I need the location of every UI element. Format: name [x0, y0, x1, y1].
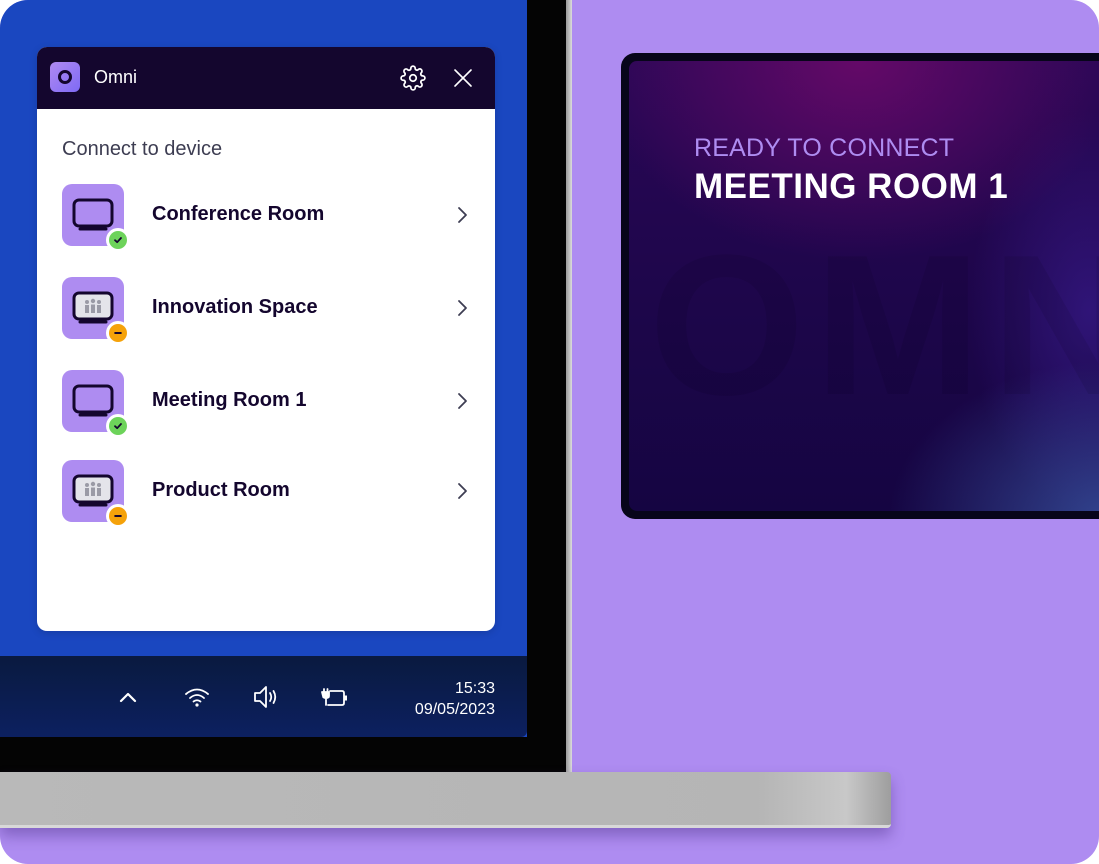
- chevron-right-icon: [452, 204, 472, 226]
- omni-panel: Omni Connect to device Conference Room I…: [37, 47, 495, 631]
- chevron-right-icon: [452, 390, 472, 412]
- display-icon: [72, 198, 114, 231]
- device-tile: [62, 460, 130, 528]
- volume-icon: [254, 686, 277, 708]
- device-item-meeting-room-1[interactable]: Meeting Room 1: [62, 370, 472, 438]
- gear-icon: [400, 65, 426, 91]
- display-in-use-icon: [72, 474, 114, 507]
- canvas: Omni Connect to device Conference Room I…: [0, 0, 1099, 864]
- device-name: Innovation Space: [152, 296, 318, 318]
- settings-button[interactable]: [399, 64, 427, 92]
- external-display: OMNI READY TO CONNECT MEETING ROOM 1: [621, 53, 1099, 519]
- status-badge: [106, 504, 130, 528]
- chevron-up-icon: [119, 692, 137, 703]
- laptop-bezel-bottom: [0, 737, 566, 772]
- volume-button[interactable]: [251, 682, 281, 712]
- laptop-base: [0, 772, 891, 828]
- power-button[interactable]: [320, 682, 350, 712]
- app-title: Omni: [94, 67, 138, 87]
- device-tile: [62, 277, 130, 345]
- show-hidden-icons-button[interactable]: [113, 682, 143, 712]
- laptop-bezel-right: [527, 0, 566, 772]
- device-item-conference-room[interactable]: Conference Room: [62, 184, 472, 252]
- panel-header: Omni: [37, 47, 495, 109]
- laptop-lid-edge: [566, 0, 572, 772]
- status-badge: [106, 414, 130, 438]
- device-item-product-room[interactable]: Product Room: [62, 460, 472, 528]
- clock-date: 09/05/2023: [414, 701, 495, 718]
- display-title: MEETING ROOM 1: [694, 167, 1009, 206]
- omni-watermark: OMNI: [649, 214, 1099, 437]
- battery-charging-icon: [321, 688, 347, 706]
- device-tile: [62, 184, 130, 252]
- section-title: Connect to device: [62, 138, 223, 160]
- close-button[interactable]: [449, 64, 477, 92]
- status-badge: [106, 321, 130, 345]
- taskbar: 15:33 09/05/2023: [0, 656, 527, 737]
- display-subtitle: READY TO CONNECT: [694, 134, 955, 162]
- device-tile: [62, 370, 130, 438]
- device-name: Conference Room: [152, 203, 325, 225]
- status-badge: [106, 228, 130, 252]
- wifi-button[interactable]: [182, 682, 212, 712]
- clock-time: 15:33: [454, 680, 495, 697]
- chevron-right-icon: [452, 480, 472, 502]
- close-icon: [454, 69, 472, 87]
- device-name: Product Room: [152, 479, 290, 501]
- external-display-screen: OMNI READY TO CONNECT MEETING ROOM 1: [629, 61, 1099, 511]
- omni-logo-icon: [50, 62, 80, 92]
- wifi-icon: [185, 688, 209, 707]
- clock[interactable]: 15:33 09/05/2023: [415, 678, 495, 720]
- device-name: Meeting Room 1: [152, 389, 307, 411]
- check-icon: [109, 417, 127, 435]
- check-icon: [109, 231, 127, 249]
- display-icon: [72, 384, 114, 417]
- chevron-right-icon: [452, 297, 472, 319]
- minus-icon: [109, 324, 127, 342]
- device-item-innovation-space[interactable]: Innovation Space: [62, 277, 472, 345]
- minus-icon: [109, 507, 127, 525]
- display-in-use-icon: [72, 291, 114, 324]
